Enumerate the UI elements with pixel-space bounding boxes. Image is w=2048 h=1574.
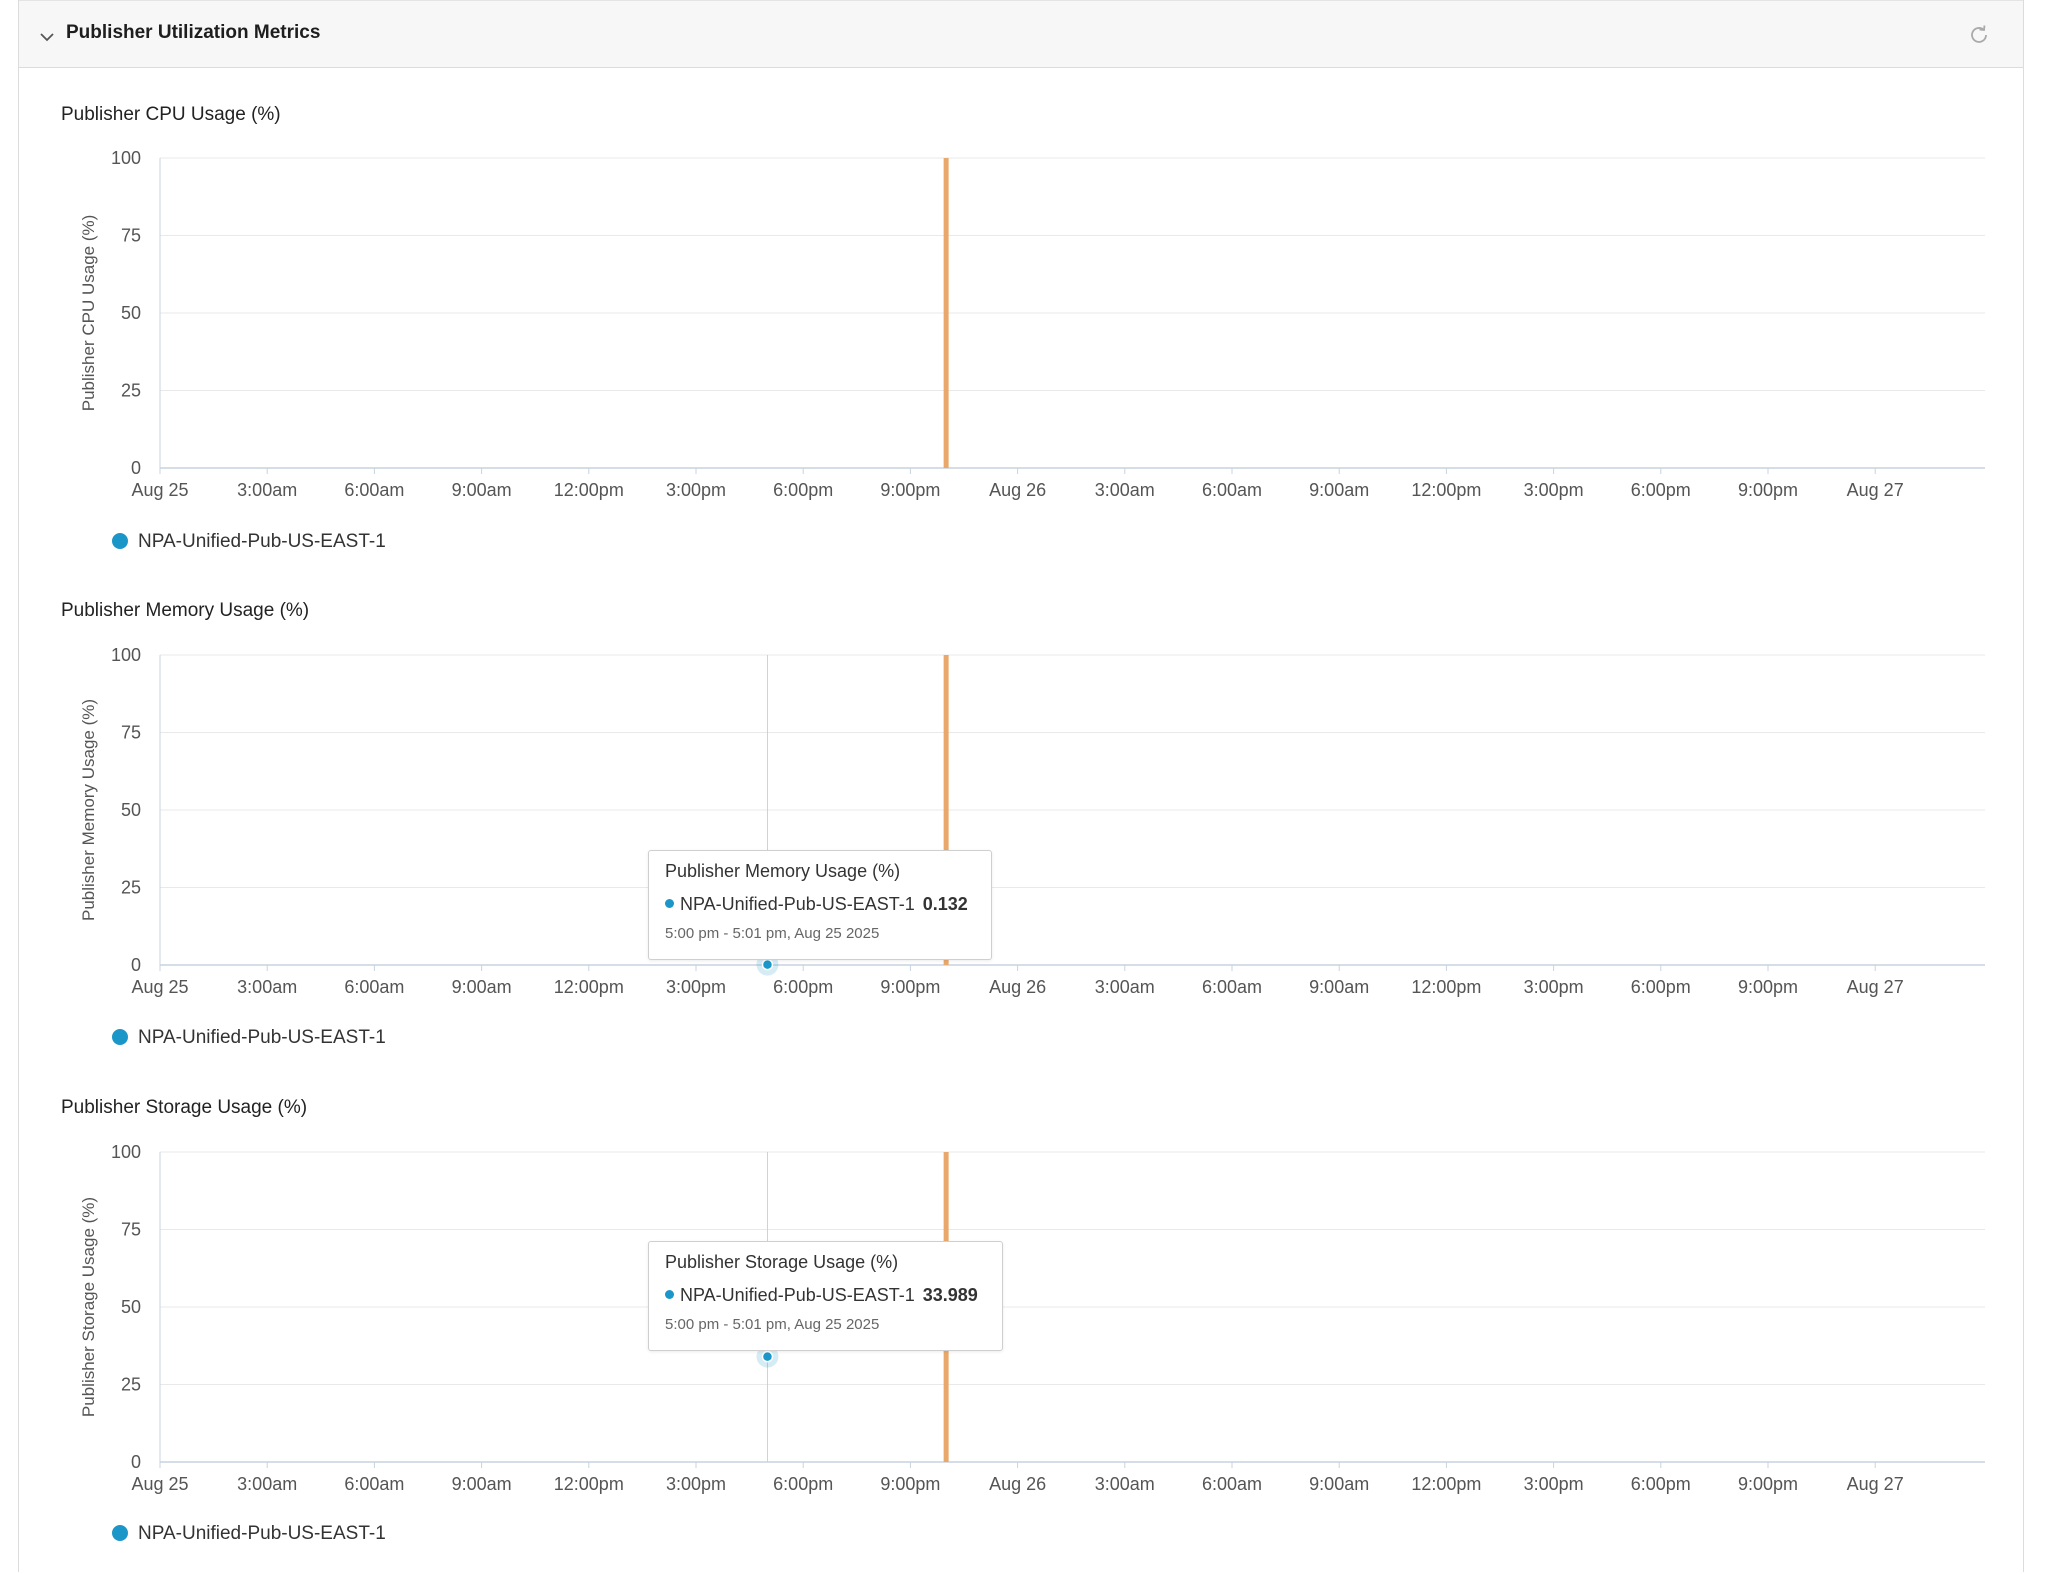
x-tick-label: 6:00am	[344, 1474, 404, 1494]
tooltip-title: Publisher Storage Usage (%)	[665, 1252, 899, 1272]
x-tick-label: Aug 27	[1847, 1474, 1904, 1494]
x-tick-label: 3:00am	[237, 1474, 297, 1494]
y-tick-label: 50	[121, 1297, 141, 1317]
y-tick-label: 25	[121, 1375, 141, 1395]
x-tick-label: 9:00pm	[1738, 1474, 1798, 1494]
x-tick-label: 12:00pm	[554, 1474, 624, 1494]
x-tick-label: 6:00pm	[773, 1474, 833, 1494]
x-tick-label: Aug 25	[131, 1474, 188, 1494]
x-tick-label: 12:00pm	[1411, 1474, 1481, 1494]
y-tick-label: 0	[131, 1452, 141, 1472]
tooltip-value: 33.989	[922, 1285, 978, 1305]
tooltip-row: NPA-Unified-Pub-US-EAST-1 33.989	[665, 1285, 986, 1306]
x-tick-label: 9:00am	[452, 1474, 512, 1494]
x-tick-label: 3:00pm	[1524, 1474, 1584, 1494]
tooltip-series: NPA-Unified-Pub-US-EAST-1	[680, 1285, 915, 1305]
x-tick-label: 9:00pm	[880, 1474, 940, 1494]
legend-dot-icon	[112, 1525, 128, 1541]
x-tick-label: 3:00am	[1095, 1474, 1155, 1494]
x-tick-label: 9:00am	[1309, 1474, 1369, 1494]
x-tick-label: Aug 26	[989, 1474, 1046, 1494]
legend-item[interactable]: NPA-Unified-Pub-US-EAST-1	[112, 1523, 386, 1545]
legend-label: NPA-Unified-Pub-US-EAST-1	[138, 1523, 386, 1544]
chart-tooltip: Publisher Storage Usage (%) NPA-Unified-…	[648, 1241, 1003, 1351]
tooltip-dot-icon	[665, 1290, 674, 1299]
storage-usage-chart[interactable]: 0 25 50 75 100 Aug 25 3:00am 6:00am 9:00am 12:00p…	[0, 0, 2048, 1520]
tooltip-time: 5:00 pm - 5:01 pm, Aug 25 2025	[665, 1316, 880, 1333]
y-tick-label: 100	[111, 1142, 141, 1162]
x-tick-label: 3:00pm	[666, 1474, 726, 1494]
x-tick-label: 6:00pm	[1631, 1474, 1691, 1494]
y-tick-label: 75	[121, 1220, 141, 1240]
x-tick-label: 6:00am	[1202, 1474, 1262, 1494]
y-axis-title: Publisher Storage Usage (%)	[79, 1197, 98, 1417]
data-point	[761, 1350, 774, 1363]
